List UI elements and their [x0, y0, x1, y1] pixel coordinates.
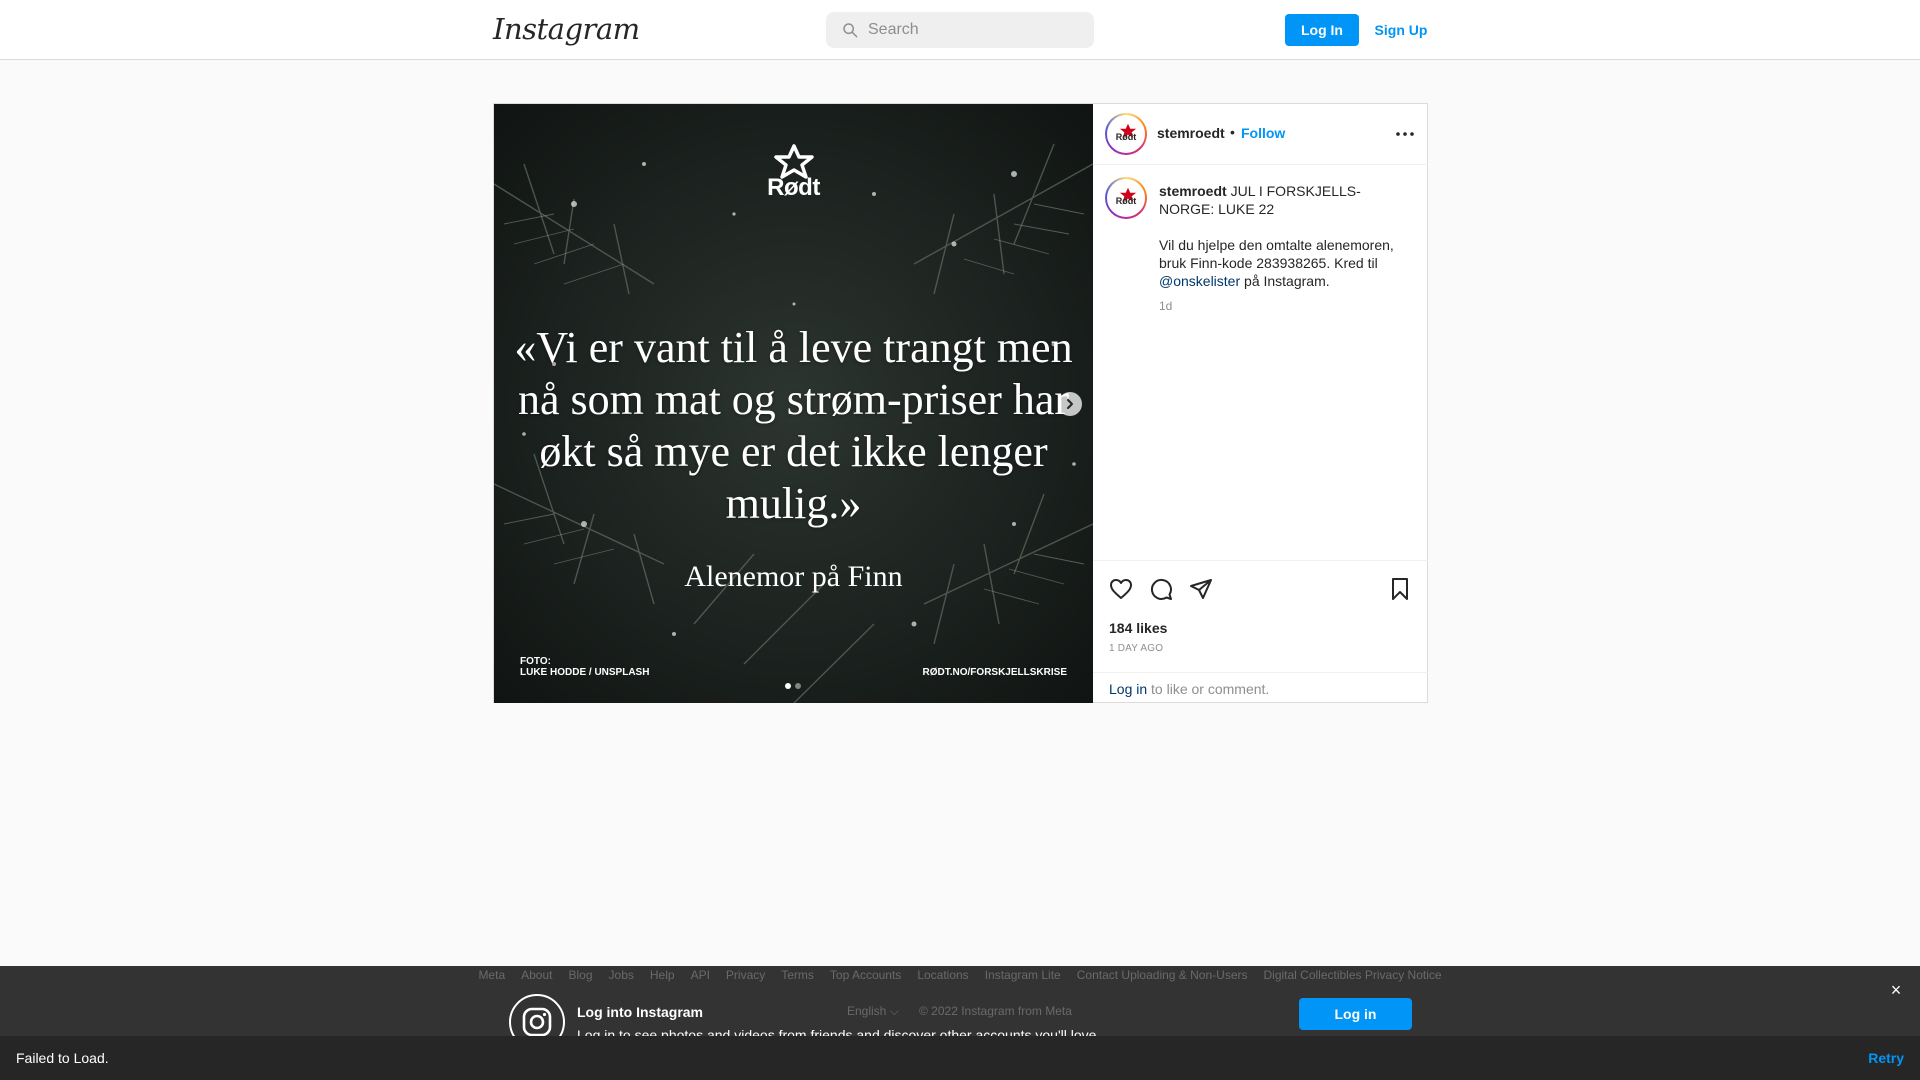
copyright: © 2022 Instagram from Meta: [919, 1004, 1072, 1018]
language-select[interactable]: English ⌵: [847, 1004, 899, 1019]
footer-link[interactable]: About: [521, 968, 552, 982]
avatar-label: Rødt: [1115, 132, 1137, 142]
share-icon[interactable]: [1189, 577, 1213, 601]
retry-button[interactable]: Retry: [1868, 1050, 1904, 1066]
search-box[interactable]: [826, 12, 1094, 48]
search-icon: [843, 23, 858, 38]
campaign-url: RØDT.NO/FORSKJELLSKRISE: [922, 667, 1067, 678]
footer-link[interactable]: API: [691, 968, 710, 982]
image-quote: «Vi er vant til å leve trangt men nå som…: [514, 323, 1073, 528]
footer-link[interactable]: Top Accounts: [830, 968, 901, 982]
bookmark-icon[interactable]: [1388, 577, 1412, 601]
post-card: Rødt «Vi er vant til å leve trangt men n…: [493, 103, 1428, 703]
footer-link[interactable]: Instagram Lite: [985, 968, 1061, 982]
login-prompt: Log in to like or comment.: [1093, 672, 1428, 703]
slide-indicator: [785, 683, 801, 689]
post-caption: stemroedt JUL I FORSKJELLS-NORGE: LUKE 2…: [1159, 182, 1414, 308]
instagram-glyph: [522, 1007, 552, 1037]
footer-link[interactable]: Blog: [568, 968, 592, 982]
comment-icon[interactable]: [1149, 577, 1173, 601]
photo-credit: FOTO: LUKE HODDE / UNSPLASH: [520, 656, 650, 678]
banner-login-button[interactable]: Log in: [1299, 998, 1412, 1030]
brand-logo: Rødt: [494, 144, 1093, 202]
image-attribution: Alenemor på Finn: [684, 560, 903, 593]
caption-body: Vil du hjelpe den omtalte alenemoren, br…: [1159, 237, 1394, 271]
chevron-right-icon: [1067, 399, 1073, 409]
like-count[interactable]: 184 likes: [1109, 620, 1167, 636]
post-actions: 184 likes 1 DAY AGO Log in to like or co…: [1093, 560, 1428, 702]
signup-link[interactable]: Sign Up: [1370, 14, 1432, 46]
footer-link[interactable]: Digital Collectibles Privacy Notice: [1263, 968, 1441, 982]
next-slide-button[interactable]: [1058, 392, 1082, 416]
avatar[interactable]: Rødt: [1105, 113, 1147, 155]
post-date[interactable]: 1 DAY AGO: [1109, 643, 1163, 654]
top-nav: Instagram Log In Sign Up: [0, 0, 1920, 60]
login-link[interactable]: Log in: [1109, 681, 1147, 697]
footer-link[interactable]: Contact Uploading & Non-Users: [1077, 968, 1248, 982]
footer-link[interactable]: Meta: [478, 968, 505, 982]
post-sidebar: Rødt stemroedt • Follow Rødt stemroedt J…: [1093, 104, 1428, 702]
footer-links: Meta About Blog Jobs Help API Privacy Te…: [0, 968, 1920, 982]
avatar-label: Rødt: [1115, 196, 1137, 206]
caption-timestamp[interactable]: 1d: [1159, 299, 1172, 313]
footer-link[interactable]: Locations: [917, 968, 968, 982]
footer-link[interactable]: Terms: [781, 968, 814, 982]
login-prompt-text: to like or comment.: [1147, 681, 1270, 697]
footer-link[interactable]: Jobs: [609, 968, 634, 982]
brand-name: Rødt: [767, 174, 820, 201]
heart-icon[interactable]: [1109, 577, 1133, 601]
username-link[interactable]: stemroedt: [1157, 125, 1225, 141]
footer-link[interactable]: Help: [650, 968, 675, 982]
banner-title: Log into Instagram: [577, 1004, 703, 1020]
login-button[interactable]: Log In: [1285, 14, 1359, 46]
follow-button[interactable]: Follow: [1241, 125, 1285, 141]
caption-avatar[interactable]: Rødt: [1105, 177, 1147, 219]
slide-dot: [795, 683, 801, 689]
search-input[interactable]: [868, 12, 1088, 48]
mention-link[interactable]: @onskelister: [1159, 273, 1240, 289]
close-icon[interactable]: ×: [1887, 981, 1905, 999]
separator: •: [1230, 124, 1235, 140]
instagram-logo[interactable]: Instagram: [493, 12, 640, 46]
caption-username[interactable]: stemroedt: [1159, 183, 1227, 199]
caption-body-end: på Instagram.: [1240, 273, 1330, 289]
error-toast: Failed to Load. Retry: [0, 1036, 1920, 1080]
more-icon[interactable]: [1393, 126, 1417, 142]
toast-message: Failed to Load.: [16, 1050, 109, 1066]
footer-link[interactable]: Privacy: [726, 968, 765, 982]
post-image[interactable]: Rødt «Vi er vant til å leve trangt men n…: [494, 104, 1093, 703]
post-header: Rødt stemroedt • Follow: [1093, 104, 1428, 165]
slide-dot-active: [785, 683, 791, 689]
